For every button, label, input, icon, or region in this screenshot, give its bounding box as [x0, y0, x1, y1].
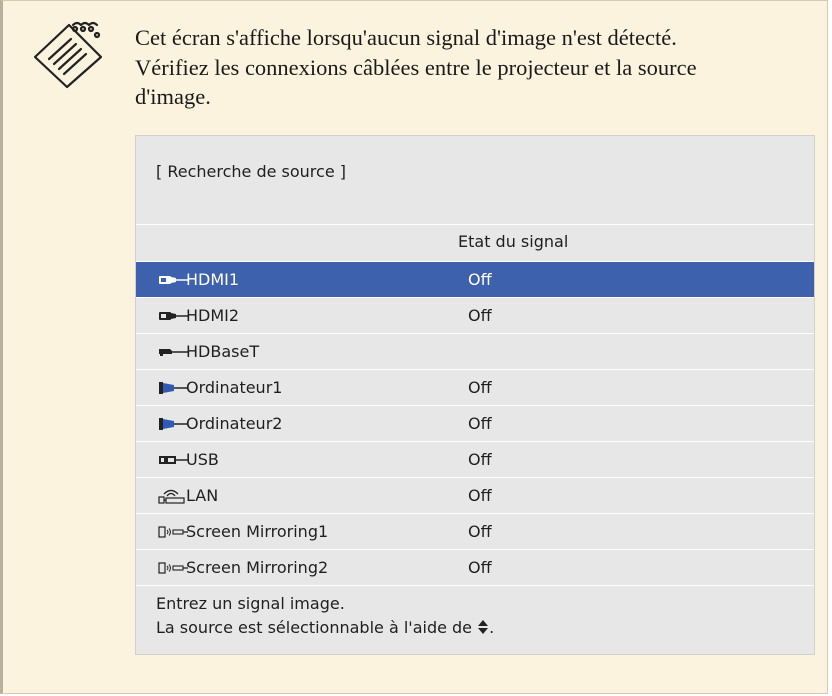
signal-status-column-header: Etat du signal [458, 232, 569, 251]
column-header-row: Etat du signal [136, 224, 814, 262]
computer-vga-icon [159, 382, 188, 394]
source-state: Off [468, 378, 492, 397]
hdmi-icon [159, 312, 188, 320]
source-name: USB [186, 450, 219, 469]
source-name: HDMI2 [186, 306, 240, 325]
source-name: Ordinateur1 [186, 378, 283, 397]
source-row-ordinateur1[interactable]: Ordinateur1 Off [136, 370, 814, 406]
footer-line: La source est sélectionnable à l'aide de… [156, 616, 494, 640]
source-state: Off [468, 486, 492, 505]
source-state: Off [468, 522, 492, 541]
note-line: d'image. [135, 84, 211, 109]
source-row-hdmi2[interactable]: HDMI2 Off [136, 298, 814, 334]
source-name: Screen Mirroring1 [186, 522, 329, 541]
source-state: Off [468, 270, 492, 289]
footer-line: Entrez un signal image. [156, 594, 345, 613]
source-state: Off [468, 558, 492, 577]
note-line: Vérifiez les connexions câblées entre le… [135, 54, 697, 80]
lan-icon [158, 489, 185, 504]
footer-line-text: La source est sélectionnable à l'aide de [156, 618, 473, 637]
usb-icon [159, 456, 188, 464]
source-name: Screen Mirroring2 [186, 558, 329, 577]
panel-title: [ Recherche de source ] [156, 162, 346, 181]
source-state: Off [468, 450, 492, 469]
note-text: Cet écran s'affiche lorsqu'aucun signal … [135, 23, 795, 112]
footer-line-end: . [489, 618, 495, 637]
source-search-panel: [ Recherche de source ] Etat du signal H… [135, 135, 815, 655]
source-row-usb[interactable]: USB Off [136, 442, 814, 478]
source-list: HDMI1 Off HDMI2 Off HDBaseT Ordinateur1 … [136, 262, 814, 586]
note-line: Cet écran s'affiche lorsqu'aucun signal … [135, 25, 677, 50]
source-name: HDBaseT [186, 342, 260, 361]
source-state: Off [468, 306, 492, 325]
source-row-hdbaset[interactable]: HDBaseT [136, 334, 814, 370]
source-row-screen-mirroring2[interactable]: Screen Mirroring2 Off [136, 550, 814, 586]
source-name: HDMI1 [186, 270, 240, 289]
hdmi-icon [159, 276, 188, 284]
up-down-arrow-icon [478, 620, 489, 634]
source-name: LAN [186, 486, 219, 505]
source-row-hdmi1[interactable]: HDMI1 Off [136, 262, 814, 298]
panel-footer: Entrez un signal image. La source est sé… [156, 592, 494, 640]
note-pencil-icon [33, 21, 103, 89]
source-name: Ordinateur2 [186, 414, 283, 433]
source-state: Off [468, 414, 492, 433]
computer-vga-icon [159, 418, 188, 430]
source-row-lan[interactable]: LAN Off [136, 478, 814, 514]
screen-mirroring-icon [158, 562, 188, 574]
source-row-ordinateur2[interactable]: Ordinateur2 Off [136, 406, 814, 442]
note-box: Cet écran s'affiche lorsqu'aucun signal … [0, 0, 828, 694]
hdbaset-icon [159, 349, 188, 356]
screen-mirroring-icon [158, 526, 188, 538]
source-row-screen-mirroring1[interactable]: Screen Mirroring1 Off [136, 514, 814, 550]
